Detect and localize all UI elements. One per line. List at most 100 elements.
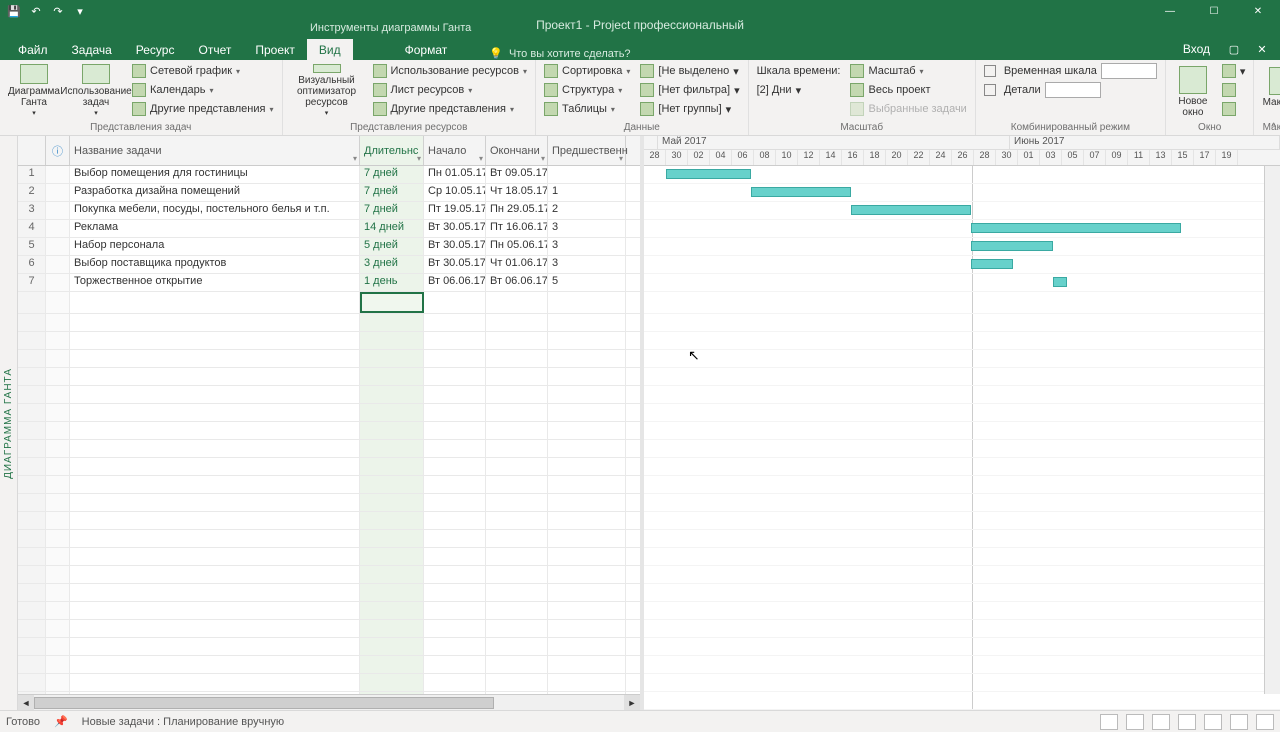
tables-button[interactable]: Таблицы [540,100,634,118]
scroll-right-icon[interactable]: ► [624,695,640,710]
switch-windows-button[interactable]: ▾ [1218,62,1250,80]
row-info[interactable] [46,202,70,219]
gantt-row[interactable] [644,476,1280,494]
gantt-row[interactable] [644,548,1280,566]
pred-cell[interactable]: 2 [548,202,626,219]
sort-button[interactable]: Сортировка [540,62,634,80]
gantt-row[interactable] [644,584,1280,602]
task-name-cell[interactable]: Набор персонала [70,238,360,255]
undo-icon[interactable]: ↶ [26,2,46,20]
gantt-row[interactable] [644,166,1280,184]
row-info[interactable] [46,238,70,255]
end-cell[interactable]: Пн 29.05.17 [486,202,548,219]
sign-in-button[interactable]: Вход [1175,38,1218,60]
pred-cell[interactable]: 3 [548,220,626,237]
gantt-row[interactable] [644,638,1280,656]
table-row[interactable] [18,458,640,476]
gantt-row[interactable] [644,692,1280,710]
entire-project-button[interactable]: Весь проект [846,81,970,99]
table-row[interactable] [18,656,640,674]
gantt-v-scrollbar[interactable] [1264,166,1280,694]
tab-close-button[interactable]: ✕ [1250,38,1274,60]
end-cell[interactable]: Чт 18.05.17 [486,184,548,201]
row-info[interactable] [46,274,70,291]
timescale-dropdown[interactable]: [2] Дни ▾ [753,81,845,99]
table-row[interactable]: 6 Выбор поставщика продуктов3 днейВт 30.0… [18,256,640,274]
row-id[interactable]: 1 [18,166,46,183]
row-id[interactable]: 2 [18,184,46,201]
task-usage-button[interactable]: Использование задач▾ [66,62,126,120]
pred-cell[interactable]: 5 [548,274,626,291]
col-info[interactable]: ⓘ [46,136,70,165]
gantt-row[interactable] [644,184,1280,202]
view-team-button[interactable] [1152,714,1170,730]
table-row[interactable] [18,494,640,512]
resource-usage-button[interactable]: Использование ресурсов [369,62,532,80]
start-cell[interactable]: Вт 30.05.17 [424,238,486,255]
view-bar[interactable]: ДИАГРАММА ГАНТА [0,136,18,710]
row-id[interactable]: 6 [18,256,46,273]
network-diagram-button[interactable]: Сетевой график [128,62,278,80]
end-cell[interactable]: Пт 16.06.17 [486,220,548,237]
row-id[interactable]: 3 [18,202,46,219]
task-name-cell[interactable]: Реклама [70,220,360,237]
col-duration[interactable]: Длительнс▾ [360,136,424,165]
task-name-cell[interactable]: Выбор поставщика продуктов [70,256,360,273]
end-cell[interactable]: Вт 06.06.17 [486,274,548,291]
gantt-row[interactable] [644,620,1280,638]
table-row[interactable] [18,638,640,656]
table-row[interactable] [18,368,640,386]
pred-cell[interactable] [548,166,626,183]
table-row[interactable] [18,350,640,368]
col-predecessors[interactable]: Предшественн▾ [548,136,626,165]
gantt-row[interactable] [644,332,1280,350]
minimize-button[interactable]: — [1148,0,1192,22]
calendar-button[interactable]: Календарь [128,81,278,99]
col-name[interactable]: Название задачи▾ [70,136,360,165]
timeline-checkbox[interactable]: Временная шкала [980,62,1161,80]
table-row[interactable] [18,512,640,530]
duration-cell[interactable]: 14 дней [360,220,424,237]
gantt-row[interactable] [644,458,1280,476]
arrange-button[interactable] [1218,81,1250,99]
gantt-bar[interactable] [971,223,1181,233]
table-row[interactable] [18,584,640,602]
duration-cell[interactable]: 7 дней [360,184,424,201]
gantt-row[interactable] [644,440,1280,458]
selected-cell[interactable] [360,292,424,313]
zoom-button[interactable]: Масштаб [846,62,970,80]
task-name-cell[interactable]: Покупка мебели, посуды, постельного бель… [70,202,360,219]
duration-cell[interactable]: 7 дней [360,166,424,183]
gantt-row[interactable] [644,386,1280,404]
gantt-row[interactable] [644,566,1280,584]
table-row[interactable] [18,530,640,548]
details-checkbox[interactable]: Детали [980,81,1161,99]
table-row[interactable]: 2Разработка дизайна помещений7 днейСр 10… [18,184,640,202]
row-id[interactable]: 5 [18,238,46,255]
tab-resource[interactable]: Ресурс [124,39,187,60]
start-cell[interactable]: Вт 30.05.17 [424,256,486,273]
row-info[interactable] [46,256,70,273]
row-info[interactable] [46,184,70,201]
highlight-filter[interactable]: [Не выделено ▾ [636,62,743,80]
gantt-row[interactable] [644,202,1280,220]
pred-cell[interactable]: 3 [548,256,626,273]
gantt-body[interactable] [644,166,1280,710]
table-row[interactable]: 1Выбор помещения для гостиницы7 днейПн 0… [18,166,640,184]
duration-cell[interactable]: 3 дней [360,256,424,273]
qat-customize-icon[interactable]: ▾ [70,2,90,20]
new-window-button[interactable]: Новое окно [1170,62,1216,120]
ribbon-display-button[interactable]: ▢ [1222,38,1246,60]
table-row[interactable] [18,292,640,314]
gantt-bar[interactable] [971,259,1013,269]
table-row[interactable] [18,332,640,350]
row-info[interactable] [46,220,70,237]
tab-view[interactable]: Вид [307,39,353,60]
gantt-row[interactable] [644,274,1280,292]
gantt-row[interactable] [644,530,1280,548]
row-info[interactable] [46,166,70,183]
table-row[interactable] [18,602,640,620]
table-row[interactable] [18,422,640,440]
task-name-cell[interactable]: Разработка дизайна помещений [70,184,360,201]
gantt-row[interactable] [644,656,1280,674]
